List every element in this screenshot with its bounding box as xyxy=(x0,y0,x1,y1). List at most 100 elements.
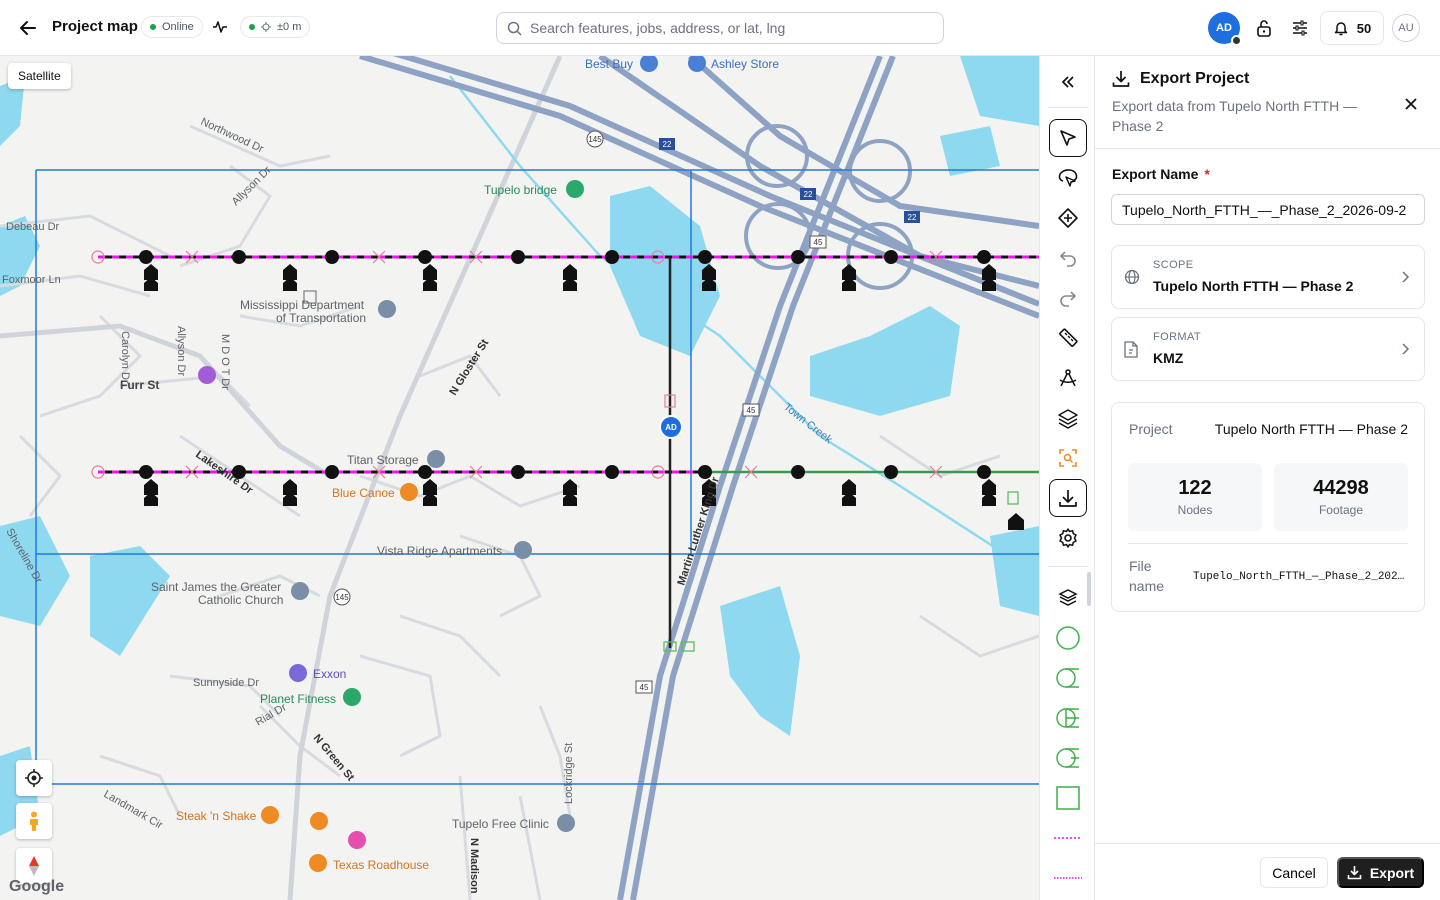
target-icon xyxy=(25,769,43,787)
poi-tupelo-free-clinic[interactable]: Tupelo Free Clinic xyxy=(452,817,549,831)
locate-me-button[interactable] xyxy=(16,760,52,796)
poi-planet-fitness[interactable]: Planet Fitness xyxy=(260,692,336,706)
poi-saint-james-line1[interactable]: Saint James the Greater xyxy=(151,580,281,594)
notification-count: 50 xyxy=(1356,20,1372,36)
poi-mdot-line2[interactable]: of Transportation xyxy=(276,311,366,325)
search-box[interactable] xyxy=(496,12,944,44)
lasso-tool-button[interactable] xyxy=(1049,159,1087,197)
nodes-count: 122 xyxy=(1178,477,1212,499)
layer-stack-button[interactable] xyxy=(1049,579,1087,617)
cancel-button[interactable]: Cancel xyxy=(1260,857,1328,888)
aerial-line-button[interactable] xyxy=(1049,819,1087,857)
online-status-label: Online xyxy=(162,21,194,33)
poi-texas-roadhouse[interactable]: Texas Roadhouse xyxy=(333,858,429,872)
chevron-right-icon xyxy=(1400,270,1410,288)
poi-titan-storage[interactable]: Titan Storage xyxy=(347,453,419,467)
add-node-tool-button[interactable] xyxy=(1049,199,1087,237)
shield-22-c: 22 xyxy=(908,213,917,222)
scope-selector[interactable]: SCOPE Tupelo North FTTH — Phase 2 xyxy=(1111,245,1425,309)
close-panel-button[interactable] xyxy=(1401,94,1421,114)
label-martin-luther-king-dr: Martin Luther King Dr xyxy=(675,475,722,587)
handhole-shape-button[interactable] xyxy=(1049,739,1087,777)
square-shape-icon xyxy=(1056,786,1080,810)
poi-saint-james-line2[interactable]: Catholic Church xyxy=(198,593,283,607)
footage-count: 44298 xyxy=(1313,477,1369,499)
poi-steak-n-shake[interactable]: Steak 'n Shake xyxy=(176,809,256,823)
gps-accuracy-label: ±0 m xyxy=(277,21,302,33)
search-icon xyxy=(507,21,522,36)
user-avatar[interactable]: AD xyxy=(1208,12,1242,46)
collapse-panel-button[interactable] xyxy=(1049,63,1087,101)
export-button[interactable]: Export xyxy=(1337,857,1424,888)
format-selector[interactable]: FORMAT KMZ xyxy=(1111,317,1425,381)
google-logo: Google xyxy=(9,878,65,895)
closure-shape-icon xyxy=(1056,668,1079,688)
closure-shape-button[interactable] xyxy=(1049,659,1087,697)
export-summary: Project Tupelo North FTTH — Phase 2 122 … xyxy=(1111,402,1425,612)
square-shape-button[interactable] xyxy=(1049,779,1087,817)
label-mdot-dr: M D O T Dr xyxy=(219,334,231,390)
add-vertex-icon xyxy=(1058,208,1078,228)
settings-tool-button[interactable] xyxy=(1049,519,1087,557)
lasso-icon xyxy=(1058,169,1078,187)
user-location-pin[interactable]: AD xyxy=(659,415,683,439)
poi-mdot-line1[interactable]: Mississippi Department xyxy=(240,298,364,312)
measure-tool-button[interactable] xyxy=(1049,319,1087,357)
label-allyson-dr-b: Allyson Dr xyxy=(175,326,187,376)
unlock-icon[interactable] xyxy=(1252,16,1276,40)
label-carolyn-dr: Carolyn Dr xyxy=(119,331,131,384)
handhole-shape-icon xyxy=(1056,748,1079,768)
secondary-user-avatar[interactable]: AU xyxy=(1392,14,1420,42)
activity-pulse-icon[interactable] xyxy=(212,19,228,40)
scan-tool-button[interactable] xyxy=(1049,439,1087,477)
label-lockridge-st: Lockridge St xyxy=(563,743,575,804)
select-tool-button[interactable] xyxy=(1049,119,1087,157)
underground-line-button[interactable] xyxy=(1049,859,1087,897)
pointer-icon xyxy=(1060,130,1076,146)
rail-scrollbar[interactable] xyxy=(1087,572,1091,606)
street-view-button[interactable] xyxy=(16,803,52,839)
export-panel: Export Project Export data from Tupelo N… xyxy=(1095,56,1440,900)
circle-shape-button[interactable] xyxy=(1049,619,1087,657)
splitter-shape-icon xyxy=(1056,708,1079,728)
draw-tool-button[interactable] xyxy=(1049,359,1087,397)
export-name-label-text: Export Name xyxy=(1112,166,1199,182)
required-marker: * xyxy=(1204,166,1210,182)
export-name-label: Export Name * xyxy=(1112,166,1210,182)
close-icon xyxy=(1405,98,1417,110)
undo-button[interactable] xyxy=(1049,239,1087,277)
scan-search-icon xyxy=(1059,449,1077,467)
layers-tool-button[interactable] xyxy=(1049,399,1087,437)
summary-project-label: Project xyxy=(1129,421,1173,437)
redo-button[interactable] xyxy=(1049,279,1087,317)
poi-ashley-store[interactable]: Ashley Store xyxy=(711,57,779,71)
poi-vista-ridge[interactable]: Vista Ridge Apartments xyxy=(377,544,502,558)
shield-45-b: 45 xyxy=(747,406,756,415)
search-input[interactable] xyxy=(530,20,930,36)
export-tool-button[interactable] xyxy=(1049,479,1087,517)
online-dot-icon xyxy=(150,24,156,30)
compass-draw-icon xyxy=(1059,369,1077,387)
nodes-label: Nodes xyxy=(1177,503,1213,517)
back-arrow-icon[interactable] xyxy=(16,16,40,40)
poi-tupelo-bridge[interactable]: Tupelo bridge xyxy=(484,183,557,197)
pegman-icon xyxy=(30,811,38,831)
bell-icon xyxy=(1334,22,1348,36)
notifications-button[interactable]: 50 xyxy=(1320,11,1384,45)
poi-blue-canoe[interactable]: Blue Canoe xyxy=(332,486,395,500)
poi-best-buy[interactable]: Best Buy xyxy=(585,57,633,71)
export-button-label: Export xyxy=(1369,864,1415,881)
poi-exxon[interactable]: Exxon xyxy=(313,667,346,681)
map-canvas[interactable]: 145 22 22 22 45 45 145 45 Northwood Dr A… xyxy=(0,56,1039,900)
file-name-value: Tupelo_North_FTTH_—_Phase_2_202… xyxy=(1193,571,1405,583)
shield-45-c: 45 xyxy=(640,683,649,692)
satellite-toggle-button[interactable]: Satellite xyxy=(8,63,71,89)
scope-value: Tupelo North FTTH — Phase 2 xyxy=(1153,278,1354,294)
user-initials: AD xyxy=(1216,22,1232,34)
download-icon xyxy=(1059,490,1077,507)
label-n-madison: N Madison xyxy=(468,838,480,894)
export-name-input[interactable] xyxy=(1111,194,1425,225)
gps-accuracy-badge: ±0 m xyxy=(240,16,311,38)
splitter-shape-button[interactable] xyxy=(1049,699,1087,737)
sliders-icon[interactable] xyxy=(1288,16,1312,40)
